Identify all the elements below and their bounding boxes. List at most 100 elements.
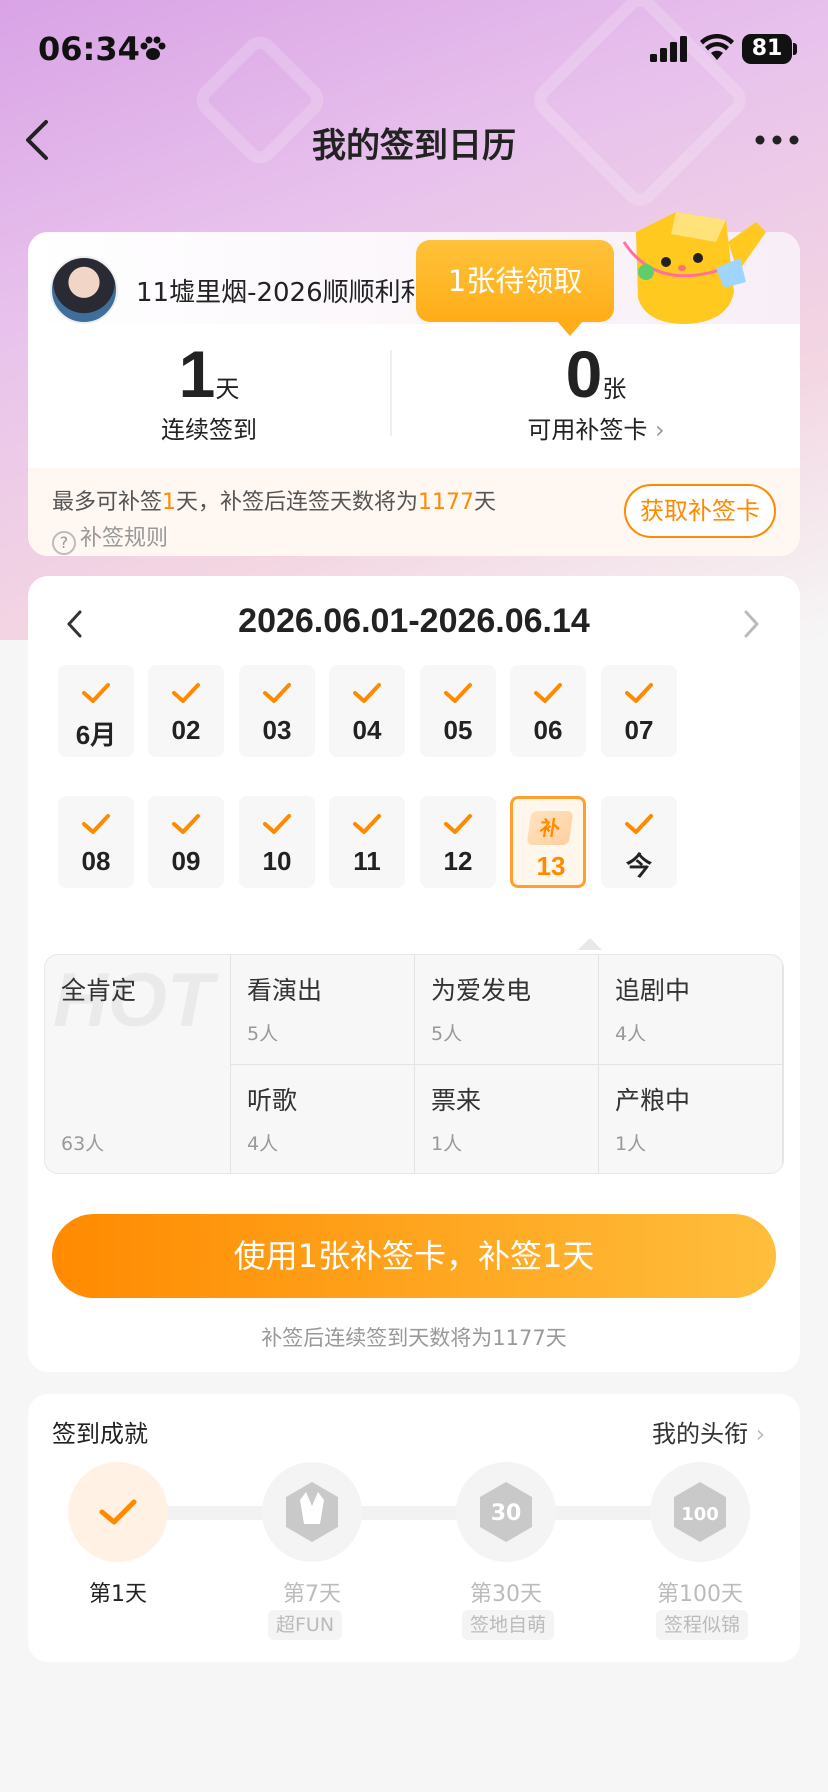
achievements-title: 签到成就 (52, 1420, 148, 1448)
get-card-button[interactable]: 获取补签卡 (624, 484, 776, 538)
achievement-title-tag: 签程似锦 (656, 1610, 749, 1640)
day-label: 13 (536, 851, 566, 881)
day-label: 6月 (75, 720, 117, 750)
pending-card-tooltip[interactable]: 1张待领取 (416, 240, 614, 322)
tag-option[interactable]: 追剧中 4人 (599, 955, 783, 1065)
tag-title: 产粮中 (615, 1086, 691, 1115)
signal-icon (650, 36, 687, 62)
paw-icon (140, 36, 166, 60)
checkmark-icon (442, 681, 474, 705)
tag-title: 票来 (431, 1086, 482, 1115)
more-icon[interactable] (754, 134, 800, 146)
calendar-day[interactable]: 6月 (58, 665, 134, 757)
makeup-tag: 补 (526, 811, 574, 845)
streak-number: 1 (178, 337, 216, 411)
checkmark-icon (623, 681, 655, 705)
day-label: 08 (81, 846, 111, 876)
day7-badge-icon[interactable] (262, 1462, 362, 1562)
checkmark-icon (532, 681, 564, 705)
page-title: 我的签到日历 (312, 126, 516, 166)
tag-count: 1人 (615, 1133, 647, 1155)
makeup-tip-text: 最多可补签1天，补签后连签天数将为1177天 (52, 490, 497, 515)
calendar-day[interactable]: 06 (510, 665, 586, 757)
calendar-day[interactable]: 补 13 (510, 796, 586, 888)
tag-count: 1人 (431, 1133, 463, 1155)
tag-title: 看演出 (247, 976, 323, 1005)
day-label: 09 (171, 846, 201, 876)
achievement-label: 第7天 (283, 1582, 341, 1607)
cards-unit: 张 (602, 375, 627, 403)
chevron-right-icon: › (748, 1420, 766, 1448)
calendar-day[interactable]: 02 (148, 665, 224, 757)
checkmark-icon (261, 812, 293, 836)
my-titles-link[interactable]: 我的头衔 › (652, 1414, 765, 1449)
tag-title: 为爱发电 (431, 976, 532, 1005)
achievement-title-tag: 签地自萌 (462, 1610, 555, 1640)
tag-option[interactable]: 为爱发电 5人 (415, 955, 599, 1065)
achievement-label: 第30天 (470, 1582, 542, 1607)
tag-option[interactable]: 听歌 4人 (231, 1065, 415, 1173)
question-icon: ? (52, 531, 76, 555)
use-makeup-card-button[interactable]: 使用1张补签卡，补签1天 (52, 1214, 776, 1298)
day-label: 10 (262, 846, 292, 876)
svg-text:30: 30 (491, 1501, 522, 1526)
tag-featured[interactable]: HOT 全肯定 63人 (45, 955, 231, 1173)
achievement-progress-track (124, 1506, 704, 1520)
tag-title: 听歌 (247, 1086, 298, 1115)
makeup-result-note: 补签后连续签到天数将为1177天 (261, 1326, 567, 1350)
tag-option[interactable]: 票来 1人 (415, 1065, 599, 1173)
day-label: 06 (533, 715, 563, 745)
achievement-label: 第100天 (657, 1582, 743, 1607)
calendar-day[interactable]: 08 (58, 796, 134, 888)
calendar-day[interactable]: 10 (239, 796, 315, 888)
checkmark-icon (351, 681, 383, 705)
mood-tag-grid: HOT 全肯定 63人 看演出 5人 为爱发电 5人 追剧中 4人听歌 4人 票来 1人 产粮中 1… (44, 954, 784, 1174)
svg-text:100: 100 (681, 1504, 719, 1525)
day30-badge-icon[interactable]: 30 (456, 1462, 556, 1562)
checkmark-icon (351, 812, 383, 836)
checkmark-icon (80, 681, 112, 705)
tag-count: 4人 (247, 1133, 279, 1155)
calendar-day[interactable]: 07 (601, 665, 677, 757)
calendar-date-range: 2026.06.01-2026.06.14 (238, 602, 590, 640)
tag-count: 5人 (431, 1023, 463, 1045)
calendar-day[interactable]: 12 (420, 796, 496, 888)
day100-badge-icon[interactable]: 100 (650, 1462, 750, 1562)
username: 11墟里烟-2026顺顺利利 (136, 278, 427, 308)
next-week-icon[interactable] (740, 608, 762, 640)
calendar-day[interactable]: 03 (239, 665, 315, 757)
achievement-title-tag: 超FUN (268, 1610, 343, 1640)
day-label: 07 (624, 715, 654, 745)
tag-option[interactable]: 产粮中 1人 (599, 1065, 783, 1173)
battery-cap (793, 43, 797, 55)
calendar-day[interactable]: 05 (420, 665, 496, 757)
streak-stat: 1天 (28, 336, 390, 412)
mascot-icon (622, 212, 766, 324)
calendar-day[interactable]: 09 (148, 796, 224, 888)
tag-option[interactable]: 看演出 5人 (231, 955, 415, 1065)
calendar-day[interactable]: 04 (329, 665, 405, 757)
rules-link[interactable]: ? 补签规则 (52, 520, 168, 555)
cards-stat[interactable]: 0张 (392, 336, 800, 412)
cards-label-link[interactable]: 可用补签卡 › (392, 410, 800, 445)
battery-indicator: 81 (742, 34, 792, 64)
avatar[interactable] (50, 256, 118, 324)
wifi-icon (700, 34, 734, 60)
achievements-card: 签到成就 我的头衔 › 第1天 第7天 超FUN 30 第30天 签地自萌 100 第100天… (28, 1394, 800, 1662)
day-label: 04 (352, 715, 382, 745)
day-label: 02 (171, 715, 201, 745)
status-time: 06:34 (38, 30, 140, 68)
tooltip-tail (556, 320, 584, 336)
checkmark-icon (623, 812, 655, 836)
calendar-day[interactable]: 今 (601, 796, 677, 888)
chevron-right-icon: › (647, 416, 665, 444)
day1-check-badge-icon[interactable] (68, 1462, 168, 1562)
tag-count: 5人 (247, 1023, 279, 1045)
day-label: 12 (443, 846, 473, 876)
tag-title: 全肯定 (61, 976, 137, 1005)
cards-number: 0 (565, 337, 603, 411)
streak-unit: 天 (215, 375, 240, 403)
calendar-day[interactable]: 11 (329, 796, 405, 888)
day-label: 03 (262, 715, 292, 745)
streak-label: 连续签到 (161, 416, 257, 444)
